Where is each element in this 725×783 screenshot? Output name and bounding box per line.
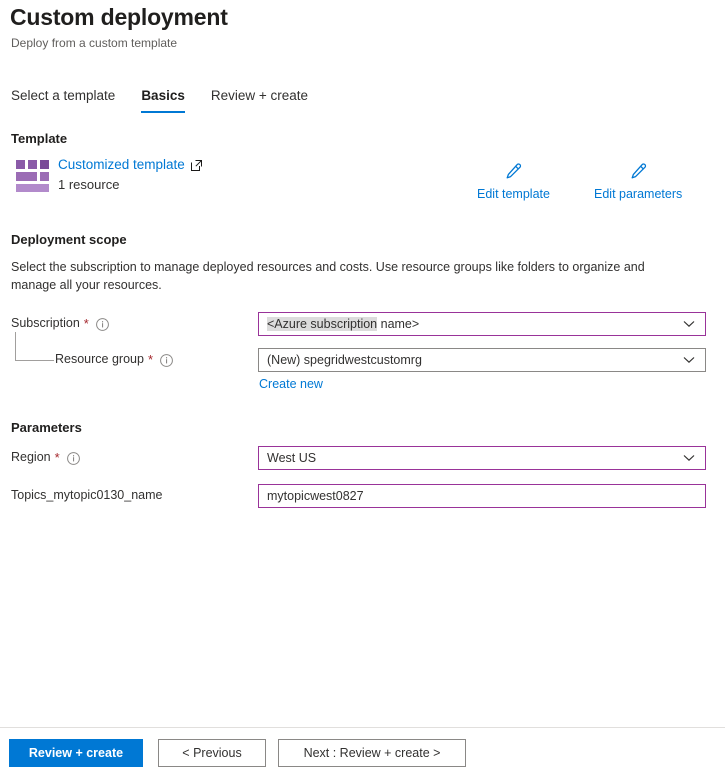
parameters-heading: Parameters — [11, 420, 82, 435]
topic-name-label: Topics_mytopic0130_name — [11, 488, 163, 502]
resource-group-label: Resource group * — [55, 351, 173, 367]
chevron-down-icon — [677, 320, 701, 328]
region-row: Region * West US — [0, 446, 725, 472]
required-asterisk: * — [147, 351, 154, 367]
create-new-resource-group-link[interactable]: Create new — [259, 377, 323, 391]
topic-name-value: mytopicwest0827 — [267, 489, 364, 503]
region-dropdown[interactable]: West US — [258, 446, 706, 470]
pencil-icon — [503, 162, 523, 182]
topic-name-input[interactable]: mytopicwest0827 — [258, 484, 706, 508]
external-link-icon — [190, 159, 202, 171]
chevron-down-icon — [677, 454, 701, 462]
tab-select-a-template[interactable]: Select a template — [11, 88, 115, 113]
info-icon[interactable] — [95, 317, 109, 331]
info-icon[interactable] — [160, 353, 173, 367]
subscription-label: Subscription * — [11, 315, 109, 331]
resource-group-row: Resource group * (New) spegridwestcustom… — [0, 348, 725, 374]
customized-template-label: Customized template — [58, 157, 185, 172]
edit-template-label: Edit template — [477, 187, 550, 201]
subscription-row: Subscription * <Azure subscription name> — [0, 312, 725, 338]
page-subtitle: Deploy from a custom template — [11, 36, 178, 50]
previous-button[interactable]: < Previous — [158, 739, 266, 767]
deployment-scope-heading: Deployment scope — [11, 232, 127, 247]
topic-name-row: Topics_mytopic0130_name mytopicwest0827 — [0, 484, 725, 510]
pencil-icon — [628, 162, 648, 182]
next-review-create-button[interactable]: Next : Review + create > — [278, 739, 466, 767]
tab-basics[interactable]: Basics — [141, 88, 185, 113]
review-create-button[interactable]: Review + create — [9, 739, 143, 767]
chevron-down-icon — [677, 356, 701, 364]
edit-parameters-label: Edit parameters — [594, 187, 683, 201]
wizard-footer: Review + create < Previous Next : Review… — [0, 727, 725, 783]
page-title: Custom deployment — [10, 4, 228, 30]
tab-review-create[interactable]: Review + create — [211, 88, 308, 113]
deployment-scope-description: Select the subscription to manage deploy… — [11, 260, 645, 292]
subscription-value: <Azure subscription name> — [267, 317, 420, 331]
template-section-heading: Template — [11, 131, 68, 146]
customized-template-link[interactable]: Customized template — [58, 157, 202, 172]
required-asterisk: * — [83, 315, 89, 331]
template-blocks-icon — [16, 160, 51, 192]
info-icon[interactable] — [66, 451, 80, 465]
resource-group-value: (New) spegridwestcustomrg — [267, 353, 422, 367]
edit-parameters-button[interactable]: Edit parameters — [594, 162, 682, 201]
edit-template-button[interactable]: Edit template — [477, 162, 550, 201]
region-value: West US — [267, 451, 317, 465]
wizard-tabs: Select a template Basics Review + create — [11, 88, 334, 113]
subscription-dropdown[interactable]: <Azure subscription name> — [258, 312, 706, 336]
region-label: Region * — [11, 449, 80, 465]
resource-group-dropdown[interactable]: (New) spegridwestcustomrg — [258, 348, 706, 372]
required-asterisk: * — [54, 449, 60, 465]
template-resource-count: 1 resource — [58, 177, 120, 192]
